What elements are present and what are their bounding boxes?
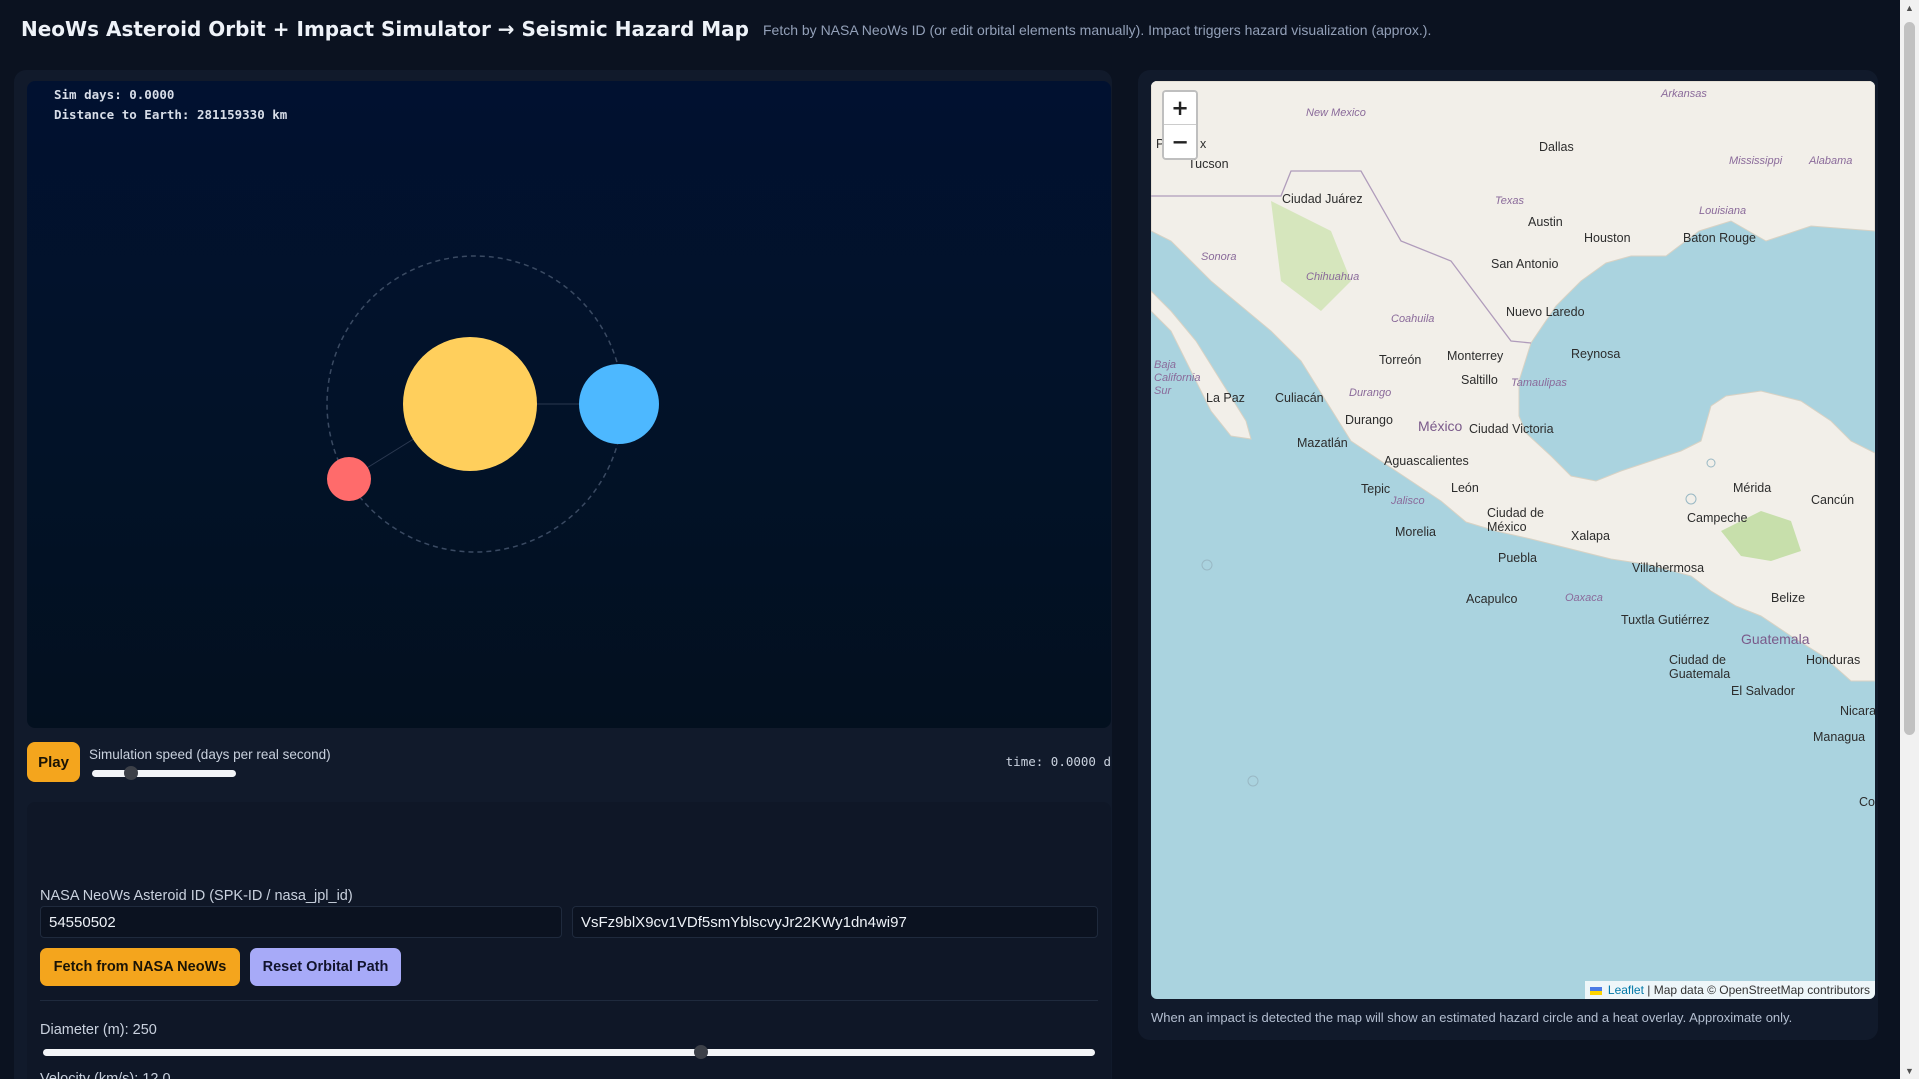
fetch-button[interactable]: Fetch from NASA NeoWs [40, 948, 240, 986]
map-label-city: San Antonio [1491, 257, 1559, 271]
map-label-region: Texas [1495, 195, 1524, 207]
playback-controls: Play Simulation speed (days per real sec… [27, 742, 1111, 792]
map-label-region: New Mexico [1306, 107, 1366, 119]
earth[interactable] [579, 364, 659, 444]
island-3 [1201, 559, 1213, 571]
map-label-city: Houston [1584, 231, 1631, 245]
map-label-region: Tamaulipas [1511, 377, 1567, 389]
map-label-city: Saltillo [1461, 373, 1498, 387]
page-subtitle: Fetch by NASA NeoWs ID (or edit orbital … [762, 22, 1432, 38]
app-header: NeoWs Asteroid Orbit + Impact Simulator … [0, 0, 1900, 58]
diameter-label: Diameter (m): 250 [40, 1022, 157, 1038]
speed-slider[interactable] [92, 766, 236, 780]
page-scrollbar[interactable]: ▲ ▼ [1900, 0, 1919, 1079]
map-label-city: Morelia [1395, 525, 1436, 539]
distance-readout: Distance to Earth: 281159330 km [54, 107, 288, 122]
map-label-city: León [1451, 481, 1479, 495]
map-label-country: México [1418, 418, 1463, 434]
map-label-city: La Paz [1206, 391, 1245, 405]
map-label-region: Durango [1349, 387, 1392, 399]
map-label-city: Reynosa [1571, 347, 1621, 361]
zoom-in-button[interactable]: + [1164, 92, 1196, 125]
speed-slider-thumb[interactable] [123, 766, 138, 780]
map-label-city: Ciudad de México [1487, 506, 1544, 534]
map-label-city: Nuevo Laredo [1506, 305, 1585, 319]
map-label-city: Nicarag [1840, 704, 1875, 718]
time-readout: time: 0.0000 d [1005, 754, 1111, 769]
api-key-input[interactable] [572, 906, 1098, 938]
attribution-text: | Map data © OpenStreetMap contributors [1643, 983, 1870, 997]
diameter-slider-thumb[interactable] [693, 1045, 708, 1059]
map-land-svg [1151, 81, 1875, 787]
map-attribution: Leaflet | Map data © OpenStreetMap contr… [1584, 981, 1875, 999]
map-label-city: Culiacán [1275, 391, 1324, 405]
leaflet-link[interactable]: Leaflet [1608, 983, 1644, 997]
simulator-panel: Sim days: 0.0000 Distance to Earth: 2811… [14, 70, 1112, 1079]
map-label-city: Ciudad Juárez [1282, 192, 1363, 206]
form-divider [40, 1000, 1098, 1001]
scroll-thumb[interactable] [1904, 22, 1915, 735]
map-label-city: El Salvador [1731, 684, 1795, 698]
map-label-city: Tepic [1361, 482, 1391, 496]
speed-label: Simulation speed (days per real second) [89, 747, 331, 762]
map-label-region: Louisiana [1699, 205, 1747, 217]
asteroid-id-input[interactable] [40, 906, 562, 938]
map-label-region: Coahuila [1391, 313, 1435, 325]
ukraine-flag-icon [1589, 986, 1602, 995]
map-label-city: Tuxtla Gutiérrez [1621, 613, 1710, 627]
map-label-region: Baja California Sur [1154, 359, 1201, 397]
map-label-city: Belize [1771, 591, 1806, 605]
map-label-city: Cancún [1811, 493, 1855, 507]
map-label-city: Ciudad de Guatemala [1669, 653, 1731, 681]
map-label-city: Honduras [1806, 653, 1861, 667]
map-label-region: Sonora [1201, 251, 1237, 263]
zoom-out-button[interactable]: − [1164, 125, 1196, 158]
map-label-city: Co [1859, 795, 1875, 809]
map-label-region: Arkansas [1661, 88, 1707, 100]
map-label-city: Campeche [1687, 511, 1748, 525]
diameter-slider[interactable] [43, 1045, 1095, 1059]
zoom-control: + − [1162, 90, 1198, 160]
velocity-label: Velocity (km/s): 12.0 [40, 1071, 171, 1079]
scroll-up-icon[interactable]: ▲ [1905, 3, 1914, 13]
map-label-city: Puebla [1498, 551, 1537, 565]
map-label-city: Austin [1528, 215, 1563, 229]
hazard-map-panel: New Mexico Arkansas Mississippi Alabama … [1138, 70, 1878, 1040]
map-label-region: Alabama [1809, 155, 1853, 167]
sun [403, 337, 537, 471]
map-label-city: Torreón [1379, 353, 1422, 367]
reset-orbit-button[interactable]: Reset Orbital Path [250, 948, 401, 986]
map-label-city: Mérida [1733, 481, 1772, 495]
map-label-region: Oaxaca [1565, 592, 1603, 604]
map-label-city: Baton Rouge [1683, 231, 1756, 245]
map-label-city: Monterrey [1447, 349, 1504, 363]
map-label-region: Chihuahua [1306, 271, 1360, 283]
map-label-city: Aguascalientes [1384, 454, 1469, 468]
map-label-city: Ciudad Victoria [1469, 422, 1554, 436]
map-label-city: Villahermosa [1632, 561, 1705, 575]
play-button[interactable]: Play [27, 742, 80, 782]
asteroid-id-label: NASA NeoWs Asteroid ID (SPK-ID / nasa_jp… [40, 888, 353, 904]
seismic-hazard-map[interactable]: New Mexico Arkansas Mississippi Alabama … [1151, 81, 1875, 999]
map-label-city: Dallas [1539, 140, 1574, 154]
map-label-country: Guatemala [1741, 631, 1810, 647]
asteroid-form: NASA NeoWs Asteroid ID (SPK-ID / nasa_jp… [27, 802, 1111, 1079]
map-label-city: Managua [1813, 730, 1866, 744]
map-label-city: Durango [1345, 413, 1393, 427]
orbit-canvas[interactable]: Sim days: 0.0000 Distance to Earth: 2811… [27, 81, 1111, 728]
map-label-region: Jalisco [1391, 495, 1425, 507]
map-label-city: Xalapa [1571, 529, 1610, 543]
map-label-city: Mazatlán [1297, 436, 1348, 450]
sim-days-readout: Sim days: 0.0000 [54, 87, 175, 102]
page-title: NeoWs Asteroid Orbit + Impact Simulator … [21, 17, 749, 41]
map-label-city: x [1200, 137, 1207, 151]
island-4 [1247, 775, 1259, 787]
scroll-down-icon[interactable]: ▼ [1905, 1066, 1914, 1076]
asteroid[interactable] [327, 457, 371, 501]
map-label-region: Mississippi [1729, 155, 1783, 167]
map-label-city: Acapulco [1466, 592, 1518, 606]
map-note: When an impact is detected the map will … [1151, 1010, 1793, 1025]
orbit-svg [326, 255, 659, 553]
